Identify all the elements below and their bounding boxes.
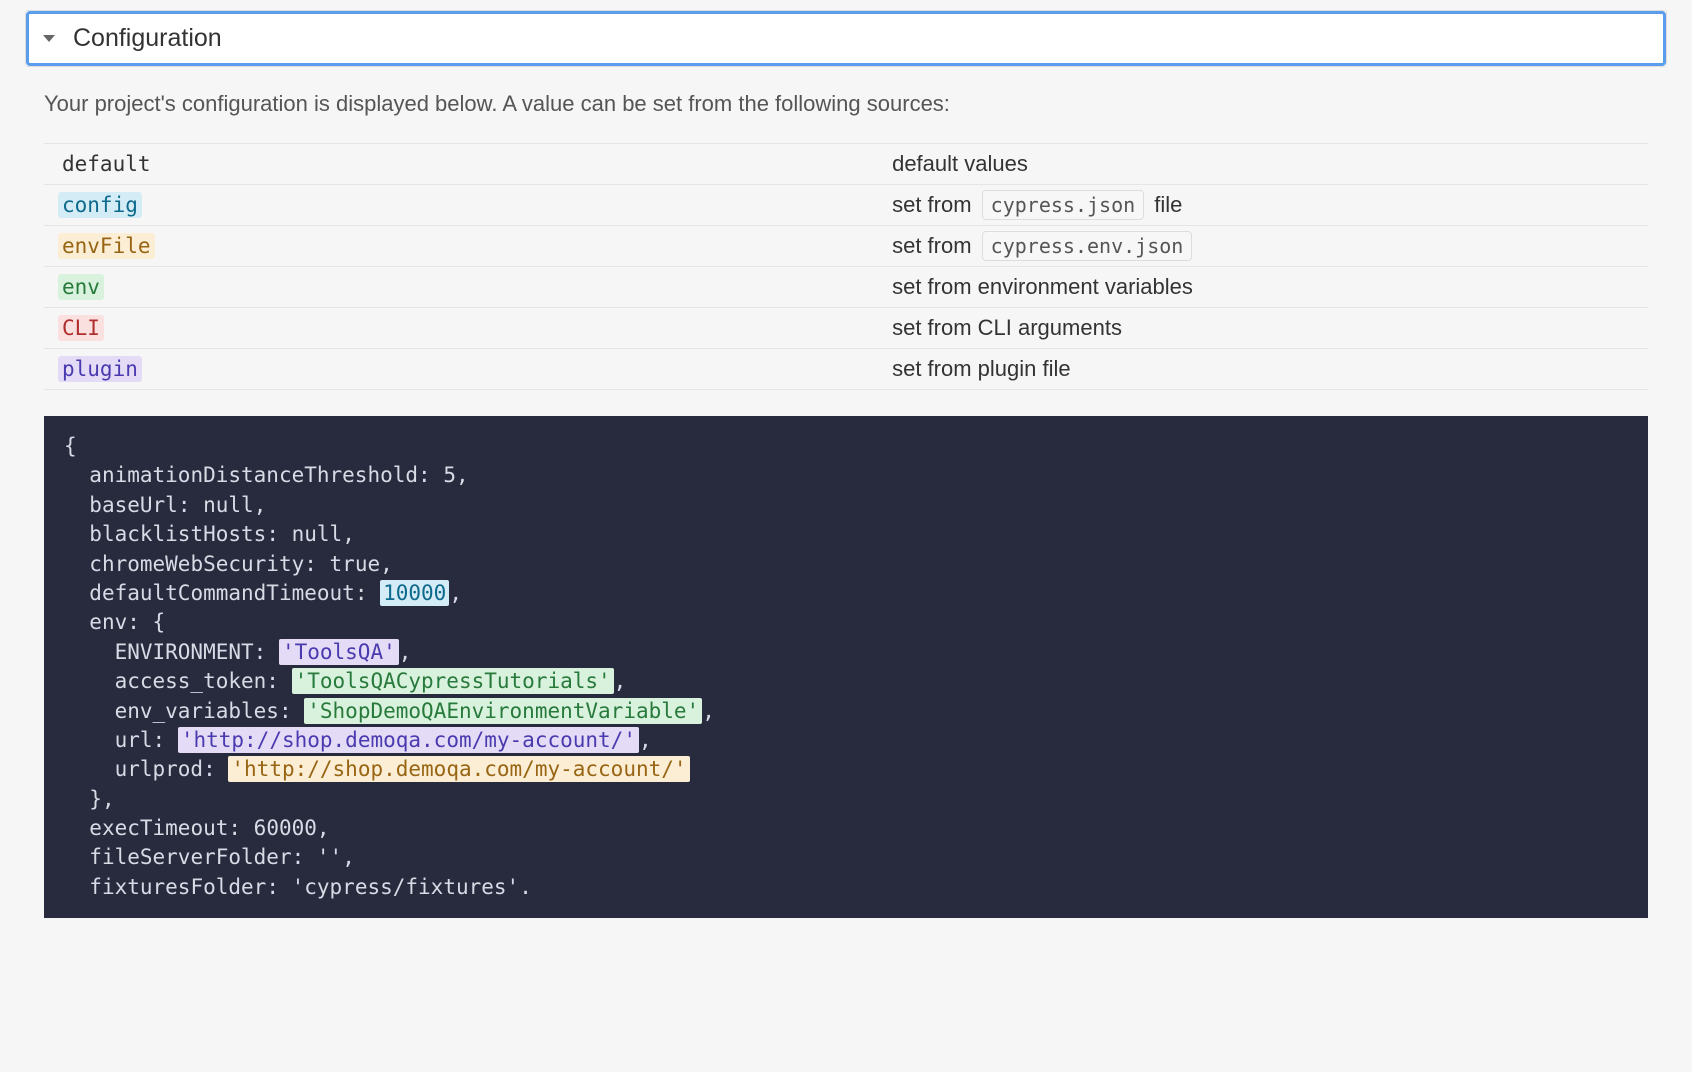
- legend-desc-cell: set from plugin file: [878, 349, 1648, 390]
- code-key: execTimeout: [89, 816, 228, 840]
- code-val-highlight: 'http://shop.demoqa.com/my-account/': [228, 756, 689, 782]
- code-val: 5: [443, 463, 456, 487]
- description: Your project's configuration is displaye…: [44, 91, 1648, 117]
- code-key: ENVIRONMENT: [115, 640, 254, 664]
- code-val-highlight: 'ShopDemoQAEnvironmentVariable': [304, 698, 702, 724]
- legend-desc-cell: set from cypress.env.json: [878, 226, 1648, 267]
- code-key: chromeWebSecurity: [89, 552, 304, 576]
- legend-desc-text: file: [1148, 192, 1182, 217]
- code-key: env_variables: [115, 699, 279, 723]
- legend-desc-cell: set from CLI arguments: [878, 308, 1648, 349]
- code-key: defaultCommandTimeout: [89, 581, 355, 605]
- code-key: fileServerFolder: [89, 845, 291, 869]
- configuration-panel: Configuration: [25, 10, 1667, 67]
- inline-code: cypress.env.json: [982, 231, 1193, 261]
- legend-key-cell: config: [44, 185, 878, 226]
- legend-desc-cell: default values: [878, 144, 1648, 185]
- code-val: '': [317, 845, 342, 869]
- legend-key-cell: default: [44, 144, 878, 185]
- code-key: baseUrl: [89, 493, 178, 517]
- code-key: urlprod: [115, 757, 204, 781]
- legend-desc-text: set from: [892, 192, 978, 217]
- code-val: 'cypress/fixtures': [292, 875, 520, 899]
- code-key: url: [115, 728, 153, 752]
- legend-badge: default: [58, 151, 155, 177]
- inline-code: cypress.json: [982, 190, 1145, 220]
- table-row: plugin set from plugin file: [44, 349, 1648, 390]
- legend-desc-text: set from plugin file: [892, 356, 1071, 381]
- table-row: CLI set from CLI arguments: [44, 308, 1648, 349]
- legend-key-cell: envFile: [44, 226, 878, 267]
- legend-badge: plugin: [58, 356, 142, 382]
- table-row: default default values: [44, 144, 1648, 185]
- legend-desc-text: default values: [892, 151, 1028, 176]
- panel-header[interactable]: Configuration: [26, 11, 1666, 66]
- legend-desc-text: set from: [892, 233, 978, 258]
- code-brace: },: [89, 787, 114, 811]
- panel-title: Configuration: [73, 24, 222, 53]
- code-brace: {: [153, 610, 166, 634]
- table-row: env set from environment variables: [44, 267, 1648, 308]
- legend-badge: env: [58, 274, 104, 300]
- legend-badge: config: [58, 192, 142, 218]
- legend-desc-text: set from CLI arguments: [892, 315, 1122, 340]
- legend-key-cell: CLI: [44, 308, 878, 349]
- table-row: config set from cypress.json file: [44, 185, 1648, 226]
- legend-table: default default values config set from cypr…: [44, 143, 1648, 390]
- code-key: animationDistanceThreshold: [89, 463, 418, 487]
- legend-badge: CLI: [58, 315, 104, 341]
- code-key: env: [89, 610, 127, 634]
- code-val: null: [203, 493, 254, 517]
- code-key: fixturesFolder: [89, 875, 266, 899]
- legend-key-cell: env: [44, 267, 878, 308]
- code-val-highlight: 'ToolsQACypressTutorials': [292, 668, 614, 694]
- code-key: access_token: [115, 669, 267, 693]
- code-val-highlight: 10000: [380, 580, 449, 606]
- legend-key-cell: plugin: [44, 349, 878, 390]
- code-key: blacklistHosts: [89, 522, 266, 546]
- code-line: {: [64, 434, 77, 458]
- config-code-block: { animationDistanceThreshold: 5, baseUrl…: [44, 416, 1648, 918]
- legend-badge: envFile: [58, 233, 155, 259]
- table-row: envFile set from cypress.env.json: [44, 226, 1648, 267]
- chevron-down-icon: [43, 35, 55, 42]
- legend-desc-cell: set from environment variables: [878, 267, 1648, 308]
- code-val: 60000: [254, 816, 317, 840]
- panel-content: Your project's configuration is displaye…: [0, 67, 1692, 918]
- code-val: null: [292, 522, 343, 546]
- code-val: true: [330, 552, 381, 576]
- code-val-highlight: 'ToolsQA': [279, 639, 399, 665]
- legend-desc-cell: set from cypress.json file: [878, 185, 1648, 226]
- legend-desc-text: set from environment variables: [892, 274, 1193, 299]
- code-val-highlight: 'http://shop.demoqa.com/my-account/': [178, 727, 639, 753]
